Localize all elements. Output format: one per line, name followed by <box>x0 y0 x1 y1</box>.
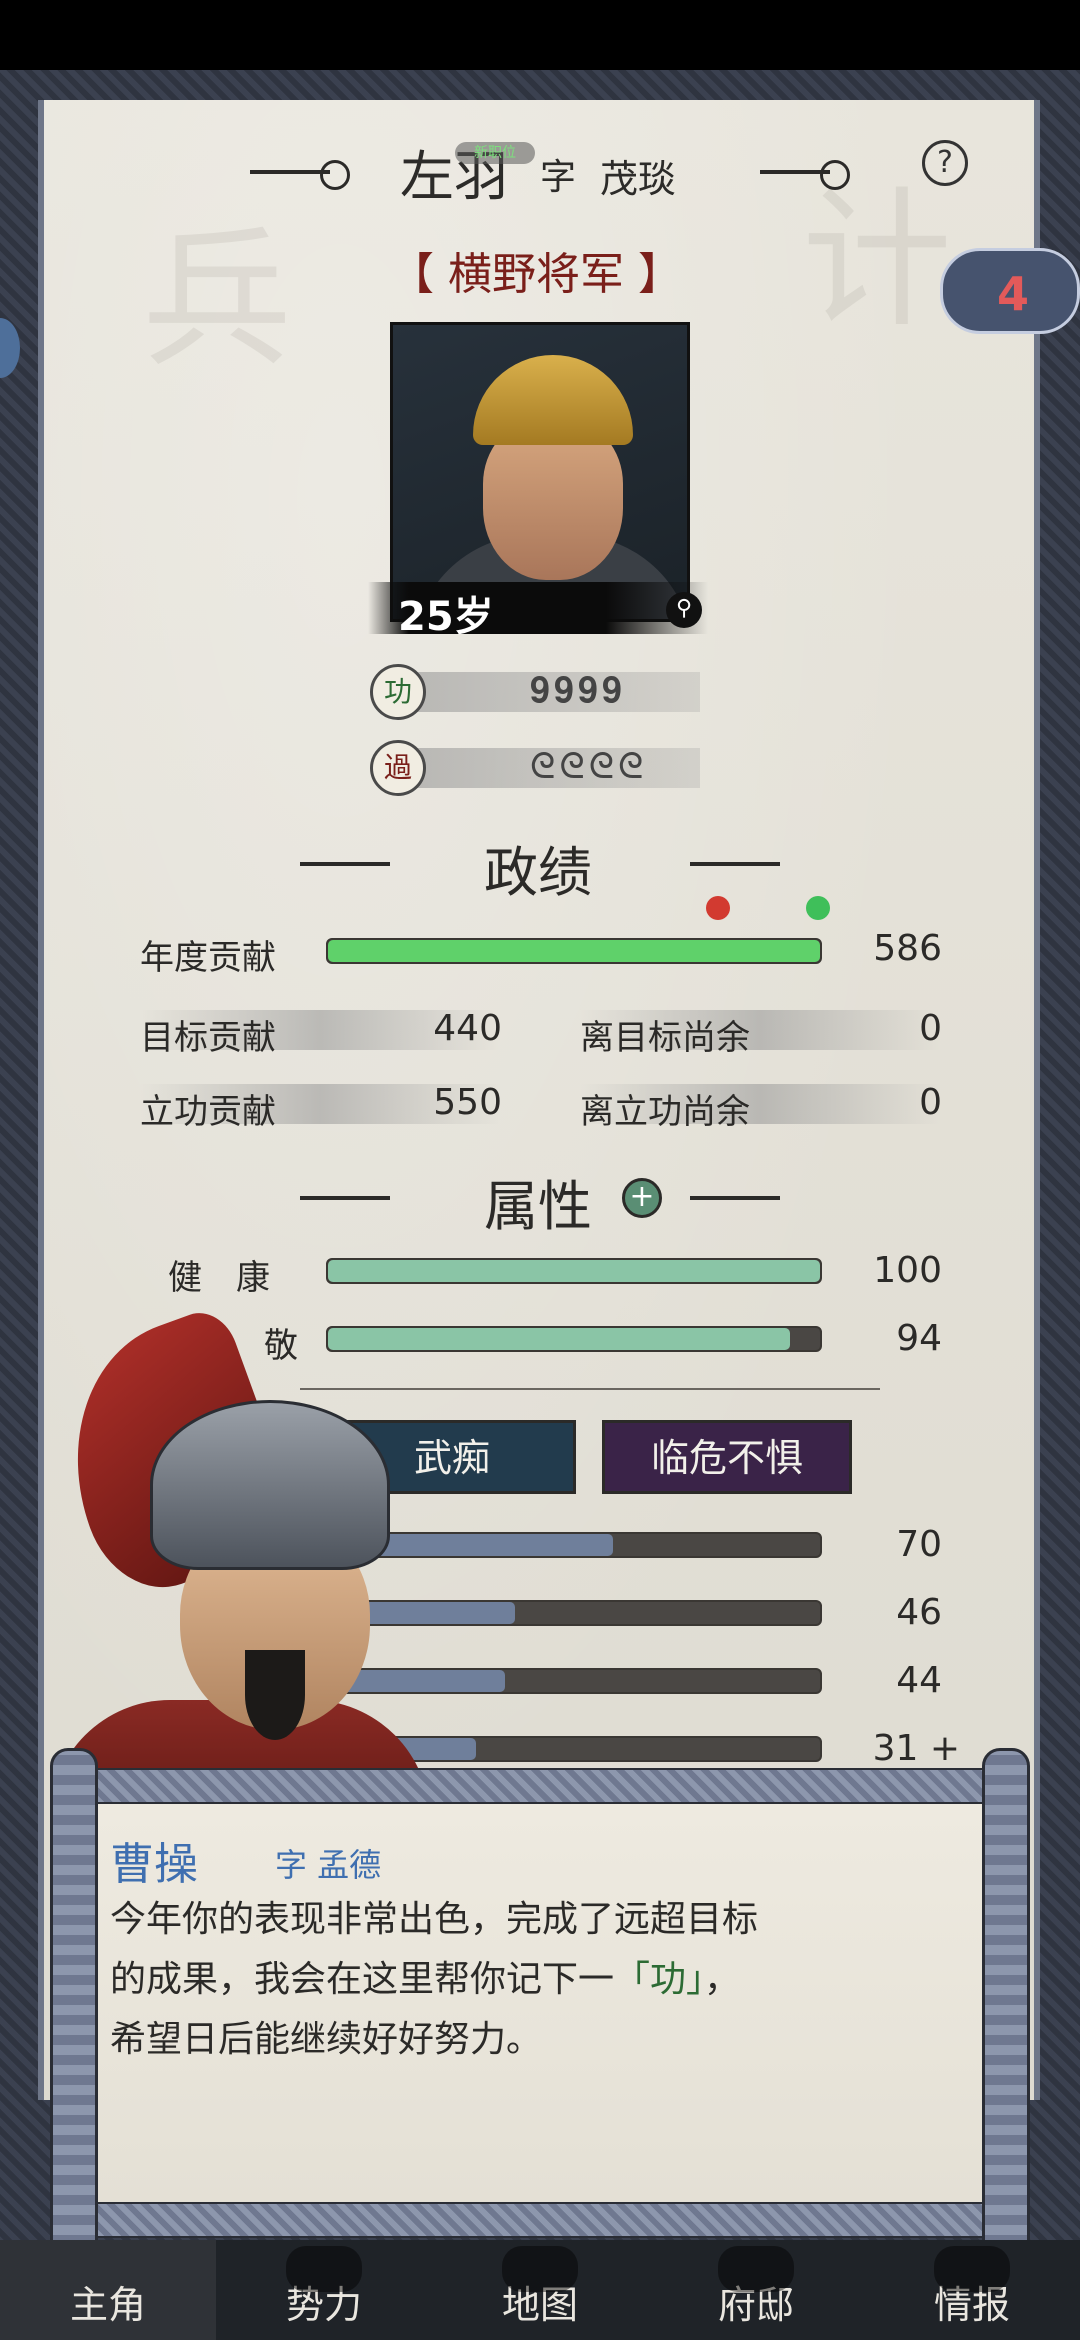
merit-contribution-value: 550 <box>433 1082 502 1123</box>
residence-icon <box>718 2246 794 2292</box>
merit-marker-icon <box>806 896 830 920</box>
stat-value: 44 <box>896 1660 942 1701</box>
health-track <box>326 1258 822 1284</box>
header-ornament-left <box>250 160 350 190</box>
add-attribute-button[interactable]: + <box>622 1178 662 1218</box>
nav-tab-intel[interactable]: 情报 <box>864 2240 1080 2340</box>
demerit-icons: ᘓᘓᘓᘓ <box>530 746 648 787</box>
map-icon <box>502 2246 578 2292</box>
scroll-rod-left <box>50 1748 98 2258</box>
demerit-badge: 過 <box>370 740 426 796</box>
section-ornament-right <box>690 1196 780 1200</box>
dialog-line: 希望日后能继续好好努力。 <box>110 2019 543 2060</box>
nav-tab-protagonist[interactable]: 主角 <box>0 2240 216 2340</box>
character-portrait[interactable] <box>390 322 690 622</box>
to-target-value: 0 <box>919 1008 942 1049</box>
intel-icon <box>934 2246 1010 2292</box>
merit-icons: 𝟗𝟗𝟗𝟗 <box>530 670 627 711</box>
notification-cloud-button[interactable]: 4 <box>940 248 1080 334</box>
health-value: 100 <box>873 1250 942 1291</box>
to-target-label: 离目标尚余 <box>580 1018 750 1058</box>
section-ornament-left <box>300 1196 390 1200</box>
zoom-icon[interactable]: ⚲ <box>666 592 702 628</box>
nav-tab-label: 主角 <box>69 2283 146 2327</box>
background-calligraphy: 兵 <box>116 220 291 370</box>
dialog-text: 今年你的表现非常出色，完成了远超目标 的成果，我会在这里帮你记下一「功」， 希望… <box>110 1890 930 2070</box>
header-ornament-right <box>760 160 850 190</box>
new-tag: 新职位 <box>455 142 535 164</box>
faction-icon <box>286 2246 362 2292</box>
annual-contribution-label: 年度贡献 <box>140 938 276 978</box>
target-marker-icon <box>706 896 730 920</box>
nav-tab-faction[interactable]: 势力 <box>216 2240 432 2340</box>
attributes-title: 属性 <box>484 1175 592 1238</box>
scroll-rod-right <box>982 1748 1030 2258</box>
merit-row: 功 𝟗𝟗𝟗𝟗 <box>370 664 710 720</box>
target-contribution-label: 目标贡献 <box>140 1018 276 1058</box>
dialog-line-part: ， <box>704 1959 741 2000</box>
portrait-helmet <box>473 355 633 445</box>
background-calligraphy: 计 <box>776 180 951 330</box>
health-label: 健 康 <box>168 1258 270 1298</box>
stat-value: 46 <box>896 1592 942 1633</box>
speaker-helmet <box>150 1400 390 1570</box>
stat-value: 70 <box>896 1524 942 1565</box>
dialog-highlight: 「功」 <box>614 1959 705 2000</box>
nav-tab-map[interactable]: 地图 <box>432 2240 648 2340</box>
annual-contribution-track <box>326 938 822 964</box>
performance-title: 政绩 <box>484 841 592 904</box>
dialog-line: 今年你的表现非常出色，完成了远超目标 <box>110 1899 759 1940</box>
merit-contribution-label: 立功贡献 <box>140 1092 276 1132</box>
dialog-line-part: 的成果，我会在这里帮你记下一 <box>110 1959 615 2000</box>
annual-contribution-value: 586 <box>873 928 942 969</box>
nav-tab-residence[interactable]: 府邸 <box>648 2240 864 2340</box>
notification-count: 4 <box>997 267 1030 321</box>
character-zi: 茂琰 <box>600 157 677 201</box>
target-contribution-value: 440 <box>433 1008 502 1049</box>
to-merit-label: 离立功尚余 <box>580 1092 750 1132</box>
scroll-band-top <box>94 1768 986 1804</box>
rank-title: 【 横野将军 】 <box>390 249 682 300</box>
age-label: 25岁 <box>398 594 494 640</box>
bottom-navigation: 主角 势力 地图 府邸 情报 <box>0 2240 1080 2340</box>
demerit-row: 過 ᘓᘓᘓᘓ <box>370 740 710 796</box>
health-fill <box>328 1260 820 1282</box>
zi-label: 字 <box>540 157 577 198</box>
to-merit-value: 0 <box>919 1082 942 1123</box>
trait-button[interactable]: 临危不惧 <box>602 1420 852 1494</box>
speaker-portrait <box>33 1303 430 1840</box>
speaker-name: 曹操 <box>110 1839 198 1890</box>
speaker-zi: 字 孟德 <box>275 1846 382 1884</box>
section-ornament-left <box>300 862 390 866</box>
second-attribute-value: 94 <box>896 1318 942 1359</box>
speaker-beard <box>245 1650 305 1740</box>
section-ornament-right <box>690 862 780 866</box>
scroll-band-bottom <box>94 2202 986 2238</box>
dialog-line: 的成果，我会在这里帮你记下一「功」， <box>110 1950 930 2010</box>
annual-contribution-fill <box>328 940 820 962</box>
merit-badge: 功 <box>370 664 426 720</box>
help-button[interactable]: ? <box>922 140 968 186</box>
